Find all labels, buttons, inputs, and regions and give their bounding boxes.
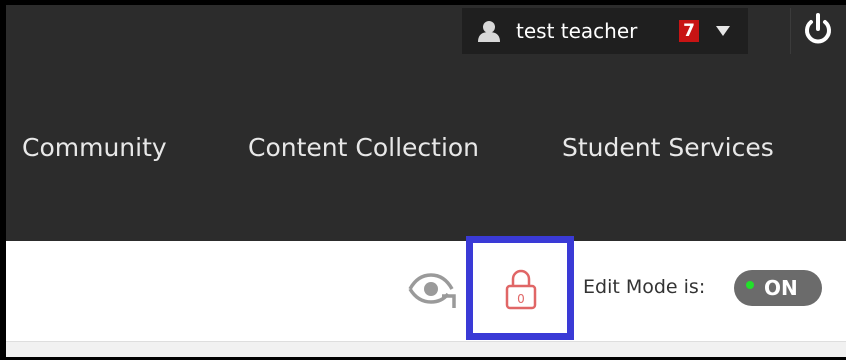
nav-tab-community[interactable]: Community	[22, 128, 167, 168]
content-area	[6, 342, 846, 357]
lock-count: 0	[517, 292, 525, 306]
user-name[interactable]: test teacher	[516, 18, 637, 44]
student-preview-icon[interactable]	[404, 266, 458, 312]
notification-badge[interactable]: 7	[679, 20, 699, 42]
status-dot	[746, 281, 754, 289]
edit-mode-toggle[interactable]: ON	[734, 270, 822, 306]
power-icon[interactable]	[798, 10, 838, 50]
user-menu[interactable]: test teacher 7	[462, 8, 748, 54]
caret-down-icon[interactable]	[716, 26, 730, 36]
user-icon	[478, 21, 500, 42]
edit-mode-state: ON	[764, 276, 798, 300]
nav-tab-student-services[interactable]: Student Services	[562, 128, 774, 168]
lock-icon[interactable]: 0	[504, 266, 538, 312]
nav-tab-content-collection[interactable]: Content Collection	[248, 128, 479, 168]
edit-mode-label: Edit Mode is:	[583, 276, 706, 298]
header-divider	[790, 8, 791, 54]
